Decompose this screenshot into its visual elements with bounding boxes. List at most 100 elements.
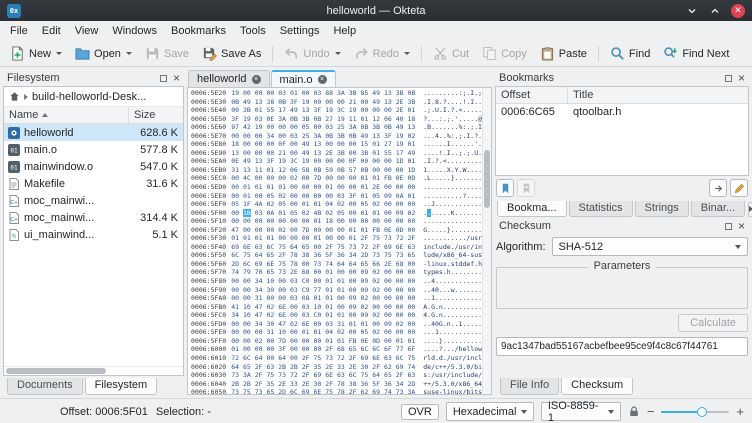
close-panel-icon[interactable]: × <box>738 73 745 83</box>
column-header-title[interactable]: Title <box>568 87 748 103</box>
checksum-result-field[interactable]: 9ac1347bad55167acbefbee95ce9f4c8c67f4476… <box>496 337 748 356</box>
sidetool-tab-1[interactable]: Statistics <box>569 201 633 217</box>
hex-line[interactable]: 0006:5FF000 00 02 00 7D 00 00 00 01 01 F… <box>191 337 482 346</box>
hex-line[interactable]: 0006:5F2047 00 00 00 02 00 7D 00 00 00 0… <box>191 226 482 235</box>
goto-bookmark-button[interactable] <box>709 179 727 197</box>
add-bookmark-button[interactable] <box>496 179 514 197</box>
hex-line[interactable]: 0006:600001 00 00 00 3F 00 00 00 2F 68 6… <box>191 345 482 354</box>
paste-button[interactable]: Paste <box>534 43 593 64</box>
slider-handle[interactable] <box>697 407 707 417</box>
hex-line[interactable]: 0006:5F7074 79 70 65 73 2E 68 00 01 00 0… <box>191 268 482 277</box>
menu-item-windows[interactable]: Windows <box>105 23 164 39</box>
char-coding-select[interactable]: ISO-8859-1 <box>541 402 621 421</box>
float-panel-icon[interactable] <box>160 75 167 82</box>
hex-line[interactable]: 0006:5E4000 3B 01 55 17 49 13 3F 19 3C 1… <box>191 106 482 115</box>
overwrite-mode-button[interactable]: OVR <box>401 404 439 420</box>
hex-line[interactable]: 0006:5ED000 01 01 01 01 00 00 00 01 00 0… <box>191 183 482 192</box>
hex-line[interactable]: 0006:5FA000 00 31 00 00 03 08 01 01 00 0… <box>191 294 482 303</box>
menu-item-bookmarks[interactable]: Bookmarks <box>164 23 233 39</box>
hex-line[interactable]: 0006:602064 65 2F 63 2B 2B 2F 35 2E 33 2… <box>191 363 482 372</box>
checksumtool-tab-1[interactable]: Checksum <box>561 378 633 395</box>
menu-item-view[interactable]: View <box>68 23 106 39</box>
value-coding-select[interactable]: Hexadecimal <box>446 402 534 421</box>
close-panel-icon[interactable]: × <box>738 221 745 231</box>
float-panel-icon[interactable] <box>725 75 732 82</box>
menu-item-tools[interactable]: Tools <box>233 23 273 39</box>
file-row[interactable]: C+moc_mainwi... <box>4 192 183 209</box>
sidetool-tab-0[interactable]: Bookma... <box>497 201 567 217</box>
hex-line[interactable]: 0006:5EE000 01 00 05 02 00 00 00 00 03 3… <box>191 192 482 201</box>
new-button[interactable]: New <box>4 43 68 64</box>
hex-line[interactable]: 0006:5F4069 6E 63 6C 75 64 65 00 2F 75 7… <box>191 243 482 252</box>
file-row[interactable]: 01mainwindow.o547.0 K <box>4 158 183 175</box>
hex-line[interactable]: 0006:5F3001 01 01 01 00 00 00 01 00 00 0… <box>191 234 482 243</box>
hex-line[interactable]: 0006:5E2019 00 00 00 03 01 00 03 88 3A 3… <box>191 89 482 98</box>
tab-scroll-right-button[interactable] <box>748 202 752 217</box>
lock-icon[interactable] <box>628 405 640 418</box>
editor-tab-main.o[interactable]: main.o× <box>271 70 336 87</box>
hex-line[interactable]: 0006:5E6097 42 19 00 00 00 05 00 03 25 3… <box>191 123 482 132</box>
sidetool-tab-2[interactable]: Strings <box>635 201 689 217</box>
hex-line[interactable]: 0006:601072 6C 64 00 64 00 2F 75 73 72 2… <box>191 354 482 363</box>
hex-line[interactable]: 0006:5EF005 1F 4A 02 05 00 01 01 04 02 0… <box>191 200 482 209</box>
hex-line[interactable]: 0006:5EC000 4C 00 00 00 02 00 7D 00 00 0… <box>191 174 482 183</box>
hex-line[interactable]: 0006:60402B 2B 2F 35 2E 33 2E 30 2F 78 3… <box>191 380 482 389</box>
breadcrumb[interactable]: build-helloworld-Desk... <box>4 87 183 107</box>
save-as-button[interactable]: Save As <box>196 43 267 64</box>
calculate-button[interactable]: Calculate <box>678 314 748 332</box>
menu-item-file[interactable]: File <box>3 23 35 39</box>
column-header-offset[interactable]: Offset <box>496 87 568 103</box>
scrollbar-thumb[interactable] <box>6 368 106 374</box>
hex-view[interactable]: 0006:5E2019 00 00 00 03 01 00 03 88 3A 3… <box>188 88 482 394</box>
menu-item-help[interactable]: Help <box>326 23 363 39</box>
hex-line[interactable]: 0006:605073 75 73 65 2D 6C 69 6E 75 78 2… <box>191 388 482 394</box>
zoom-in-icon[interactable]: + <box>736 405 744 418</box>
hex-line[interactable]: 0006:5FC034 10 47 02 6E 00 03 C0 01 01 0… <box>191 311 482 320</box>
float-panel-icon[interactable] <box>725 223 732 230</box>
horizontal-scrollbar[interactable] <box>4 366 183 375</box>
rename-bookmark-button[interactable] <box>730 179 748 197</box>
file-row[interactable]: helloworld628.6 K <box>4 124 183 141</box>
maximize-icon[interactable] <box>708 4 722 18</box>
find-next-button[interactable]: Find Next <box>657 43 735 64</box>
menu-item-edit[interactable]: Edit <box>35 23 68 39</box>
save-button[interactable]: Save <box>139 43 195 64</box>
menu-item-settings[interactable]: Settings <box>273 23 327 39</box>
hex-line[interactable]: 0006:5EA00E 49 13 3F 19 3C 19 00 00 00 0… <box>191 157 482 166</box>
bookmark-row[interactable]: 0006:6C65qtoolbar.h <box>496 104 748 120</box>
toolview-tab-1[interactable]: Filesystem <box>85 378 158 395</box>
hex-line[interactable]: 0006:5FD000 00 34 30 47 02 6E 00 03 31 0… <box>191 320 482 329</box>
copy-button[interactable]: Copy <box>476 43 533 64</box>
hex-line[interactable]: 0006:5F506C 75 64 65 2F 78 38 36 5F 36 3… <box>191 251 482 260</box>
hex-line[interactable]: 0006:5E9013 00 00 00 21 00 49 13 2E 3B 0… <box>191 149 482 158</box>
hex-line[interactable]: 0006:5F0000 1B 03 0A 01 05 02 4B 02 05 0… <box>191 209 482 218</box>
algorithm-select[interactable]: SHA-512 <box>552 237 748 256</box>
remove-bookmark-button[interactable] <box>517 179 535 197</box>
toolview-tab-0[interactable]: Documents <box>7 378 83 395</box>
tab-close-icon[interactable]: × <box>252 75 261 84</box>
close-icon[interactable]: ✕ <box>731 4 745 18</box>
sidetool-tab-3[interactable]: Binar... <box>691 201 745 217</box>
hex-line[interactable]: 0006:5FE000 00 00 31 10 00 01 01 04 02 0… <box>191 328 482 337</box>
hex-line[interactable]: 0006:5F8000 00 34 10 00 03 C0 00 01 01 0… <box>191 277 482 286</box>
hex-line[interactable]: 0006:5E503F 19 03 0E 3A 0B 3B 0B 27 19 1… <box>191 115 482 124</box>
hex-line[interactable]: 0006:5EB031 13 11 01 12 06 58 0B 59 0B 5… <box>191 166 482 175</box>
editor-tab-helloworld[interactable]: helloworld× <box>188 70 270 87</box>
column-header-size[interactable]: Size <box>129 107 183 123</box>
undo-button[interactable]: Undo <box>278 43 346 64</box>
redo-button[interactable]: Redo <box>348 43 416 64</box>
minimize-icon[interactable] <box>685 4 699 18</box>
hex-line[interactable]: 0006:5E8018 00 00 00 0F 00 49 13 00 00 0… <box>191 140 482 149</box>
file-row[interactable]: 01main.o577.8 K <box>4 141 183 158</box>
file-row[interactable]: C+moc_mainwi...314.4 K <box>4 209 183 226</box>
file-row[interactable]: Makefile31.6 K <box>4 175 183 192</box>
zoom-out-icon[interactable]: − <box>647 405 655 418</box>
vertical-scrollbar[interactable] <box>482 88 491 394</box>
hex-line[interactable]: 0006:5F1000 00 00 00 00 00 00 01 18 00 0… <box>191 217 482 226</box>
tab-close-icon[interactable]: × <box>318 75 327 84</box>
hex-line[interactable]: 0006:5FB041 10 47 02 6E 00 03 10 01 00 0… <box>191 303 482 312</box>
hex-line[interactable]: 0006:5F9000 00 34 30 00 03 C9 77 01 01 0… <box>191 286 482 295</box>
breadcrumb-folder[interactable]: build-helloworld-Desk... <box>32 91 146 103</box>
zoom-slider[interactable] <box>661 404 729 420</box>
home-icon[interactable] <box>9 91 20 102</box>
